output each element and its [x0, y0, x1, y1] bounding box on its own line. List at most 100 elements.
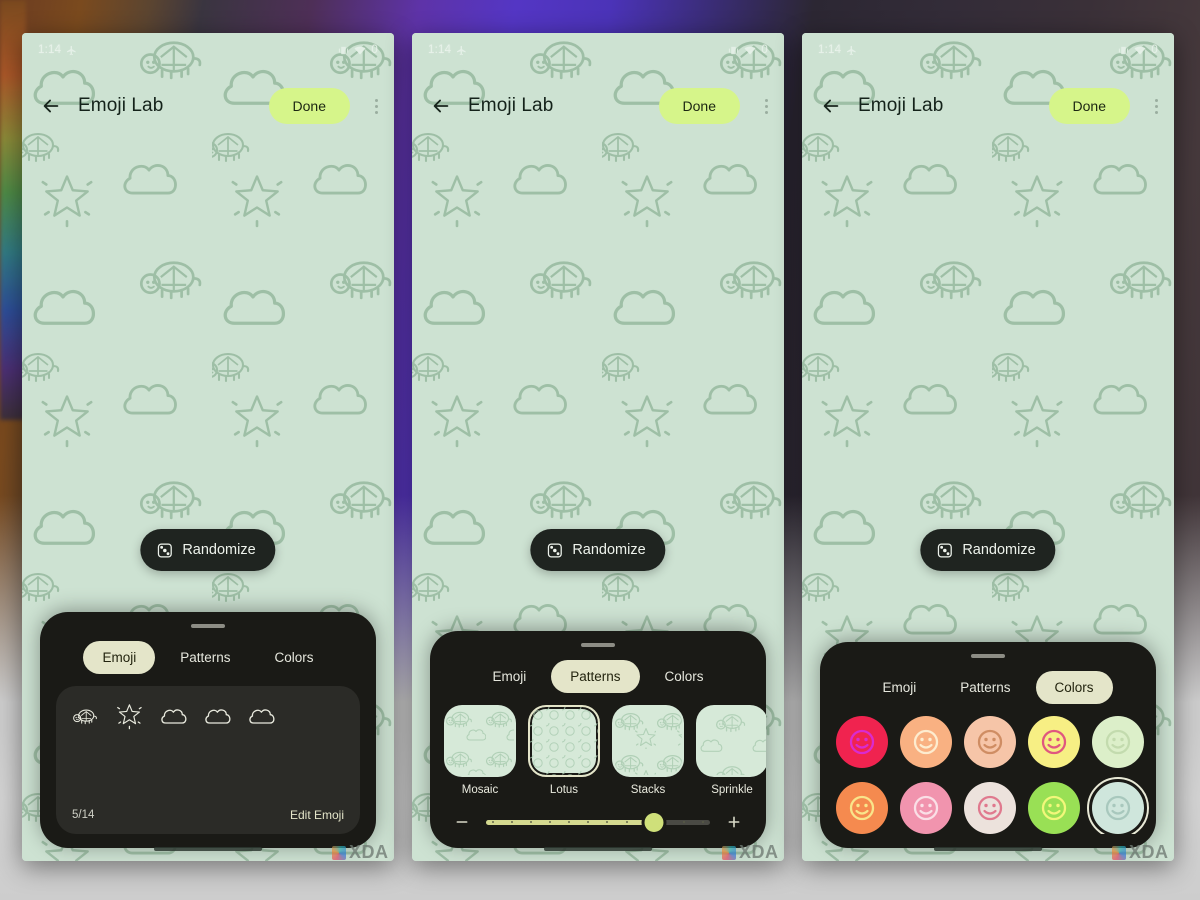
battery-icon: 0 [1151, 44, 1158, 56]
tab-emoji[interactable]: Emoji [83, 641, 156, 674]
pattern-scale-slider[interactable] [486, 812, 710, 832]
status-time: 1:14 [428, 44, 452, 56]
color-swatch-2[interactable] [900, 716, 952, 768]
emoji-slot-cloud-1[interactable] [160, 702, 188, 730]
app-bar: Emoji Lab Done [412, 75, 784, 137]
tab-patterns[interactable]: Patterns [551, 660, 640, 693]
phone-screenshot-patterns-tab: 1:14 0 Emoji Lab Done Randomize Emoji Pa… [412, 33, 784, 861]
pattern-item-sprinkle[interactable]: Sprinkle [696, 705, 766, 796]
pattern-scale-slider-row [430, 796, 766, 834]
emoji-slot-cloud-2[interactable] [204, 702, 232, 730]
emoji-row [72, 702, 344, 730]
shuffle-dice-icon [157, 542, 172, 558]
pattern-label: Sprinkle [711, 784, 753, 796]
emoji-slot-sparkle-star[interactable] [116, 702, 144, 730]
done-button[interactable]: Done [1048, 88, 1130, 124]
airplane-icon [847, 45, 856, 55]
color-swatch-9[interactable] [1028, 782, 1080, 834]
tab-patterns[interactable]: Patterns [161, 641, 249, 674]
pattern-thumbnail [696, 705, 766, 777]
color-swatch-5[interactable] [1092, 716, 1144, 768]
xda-logo-icon [1112, 845, 1126, 860]
done-button[interactable]: Done [268, 88, 350, 124]
smiley-face-icon [849, 795, 875, 821]
emoji-card-footer: 5/14 Edit Emoji [72, 790, 344, 822]
shuffle-dice-icon [547, 542, 562, 558]
pattern-label: Lotus [549, 784, 579, 796]
randomize-button[interactable]: Randomize [920, 529, 1056, 571]
app-bar: Emoji Lab Done [22, 75, 394, 137]
color-swatch-6[interactable] [836, 782, 888, 834]
pattern-thumbnail [612, 705, 684, 777]
status-time: 1:14 [818, 44, 842, 56]
sheet-grabber[interactable] [581, 643, 615, 647]
color-swatch-10[interactable] [1087, 777, 1149, 834]
smiley-face-icon [1041, 795, 1067, 821]
smiley-face-icon [913, 795, 939, 821]
vibrate-icon [1119, 46, 1129, 54]
tab-colors[interactable]: Colors [1035, 671, 1113, 704]
more-vert-icon[interactable] [1150, 91, 1162, 121]
smiley-face-icon [849, 729, 875, 755]
more-vert-icon[interactable] [760, 91, 772, 121]
color-swatch-grid[interactable] [820, 716, 1156, 834]
tab-emoji[interactable]: Emoji [863, 671, 935, 704]
airplane-icon [67, 45, 76, 55]
pattern-label: Mosaic [461, 784, 499, 796]
wifi-icon [354, 46, 366, 55]
emoji-slot-turtle[interactable] [72, 702, 100, 730]
wifi-icon [744, 46, 756, 55]
pattern-list[interactable]: Mosaic Lotus Stacks Sprinkle [430, 705, 766, 796]
bottom-sheet-emoji: Emoji Patterns Colors 5/14 Edit Emoji [40, 612, 376, 848]
tab-bar: Emoji Patterns Colors [430, 660, 766, 693]
tab-colors[interactable]: Colors [646, 660, 723, 693]
tab-patterns[interactable]: Patterns [941, 671, 1029, 704]
tab-bar: Emoji Patterns Colors [40, 641, 376, 674]
minus-icon[interactable] [452, 812, 472, 832]
vibrate-icon [339, 46, 349, 54]
back-arrow-icon[interactable] [428, 93, 454, 119]
pattern-item-lotus[interactable]: Lotus [528, 705, 600, 796]
smiley-face-icon [977, 729, 1003, 755]
randomize-label: Randomize [572, 542, 646, 558]
tab-colors[interactable]: Colors [256, 641, 333, 674]
pattern-item-mosaic[interactable]: Mosaic [444, 705, 516, 796]
status-bar: 1:14 0 [22, 33, 394, 67]
color-swatch-8[interactable] [964, 782, 1016, 834]
smiley-face-icon [977, 795, 1003, 821]
sheet-grabber[interactable] [971, 654, 1005, 658]
sheet-grabber[interactable] [191, 624, 225, 628]
randomize-button[interactable]: Randomize [140, 529, 276, 571]
shuffle-dice-icon [937, 542, 952, 558]
emoji-selection-card: 5/14 Edit Emoji [56, 686, 360, 834]
color-swatch-4[interactable] [1028, 716, 1080, 768]
edit-emoji-link[interactable]: Edit Emoji [290, 808, 344, 822]
xda-watermark-text: XDA [349, 842, 389, 862]
done-button[interactable]: Done [658, 88, 740, 124]
emoji-slot-cloud-3[interactable] [248, 702, 276, 730]
pattern-item-stacks[interactable]: Stacks [612, 705, 684, 796]
pattern-thumbnail [444, 705, 516, 777]
xda-watermark-text: XDA [1129, 842, 1169, 862]
xda-logo-icon [332, 845, 346, 860]
randomize-label: Randomize [962, 542, 1036, 558]
more-vert-icon[interactable] [370, 91, 382, 121]
bottom-sheet-colors: Emoji Patterns Colors [820, 642, 1156, 848]
tab-emoji[interactable]: Emoji [473, 660, 545, 693]
status-bar: 1:14 0 [802, 33, 1174, 67]
slider-thumb[interactable] [644, 812, 664, 832]
back-arrow-icon[interactable] [818, 93, 844, 119]
color-swatch-3[interactable] [964, 716, 1016, 768]
plus-icon[interactable] [724, 812, 744, 832]
smiley-face-icon [1105, 795, 1131, 821]
color-swatch-7[interactable] [900, 782, 952, 834]
tab-bar: Emoji Patterns Colors [820, 671, 1156, 704]
back-arrow-icon[interactable] [38, 93, 64, 119]
color-swatch-1[interactable] [836, 716, 888, 768]
xda-watermark: XDA [332, 842, 389, 863]
randomize-button[interactable]: Randomize [530, 529, 666, 571]
phone-screenshot-emoji-tab: 1:14 0 Emoji Lab Done Randomize Emoji Pa… [22, 33, 394, 861]
xda-logo-icon [722, 845, 736, 860]
airplane-icon [457, 45, 466, 55]
xda-watermark: XDA [722, 842, 779, 863]
